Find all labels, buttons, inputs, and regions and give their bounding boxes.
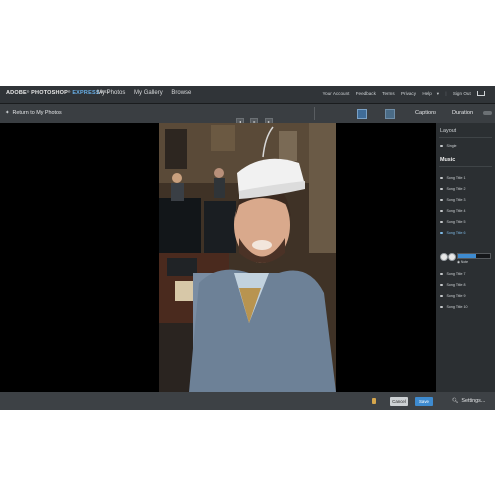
fullscreen-icon[interactable] [385, 109, 395, 119]
radio-selected-icon [440, 231, 443, 235]
save-button[interactable]: Save [415, 397, 433, 406]
radio-icon [440, 176, 443, 180]
back-icon: ✦ [5, 110, 10, 116]
progress-fill [458, 254, 476, 258]
settings-panel: Duration Layout Single Music Song Title … [436, 104, 495, 392]
radio-icon [440, 305, 443, 309]
account-links: Your Account Feedback Terms Privacy Help… [318, 91, 485, 97]
main-nav: My Photos My Gallery Browse [97, 90, 198, 96]
layout-option-single[interactable]: Single [440, 144, 457, 148]
pause-icon[interactable] [448, 253, 456, 261]
song-option[interactable]: Song Title 1 [440, 176, 465, 180]
music-progress-bar[interactable] [457, 253, 491, 259]
song-option[interactable]: Song Title 3 [440, 198, 465, 202]
view-mode-icon[interactable] [357, 109, 367, 119]
link-help[interactable]: Help [422, 91, 431, 96]
bottom-action-bar: Cancel Save 🔍︎ Settings... [0, 392, 495, 410]
radio-icon [440, 294, 443, 298]
nav-my-gallery[interactable]: My Gallery [134, 90, 163, 96]
photo-image [159, 123, 336, 392]
song-option[interactable]: Song Title 8 [440, 283, 465, 287]
link-feedback[interactable]: Feedback [356, 91, 376, 96]
song-option[interactable]: Song Title 9 [440, 294, 465, 298]
radio-icon [440, 220, 443, 224]
link-your-account[interactable]: Your Account [323, 91, 350, 96]
music-title: Music [440, 157, 456, 163]
song-option[interactable]: Song Title 4 [440, 209, 465, 213]
toolbar-divider [314, 107, 315, 120]
link-terms[interactable]: Terms [382, 91, 395, 96]
music-player: ◉ Note [440, 251, 492, 265]
divider [439, 137, 492, 138]
play-icon[interactable] [440, 253, 448, 261]
slide-photo [159, 123, 336, 392]
duration-label: Duration [452, 110, 474, 116]
radio-icon [440, 209, 443, 213]
chevron-down-icon: ▾ [436, 91, 440, 96]
song-option[interactable]: Song Title 7 [440, 272, 465, 276]
cancel-button[interactable]: Cancel [390, 397, 408, 406]
brand-logo: ADOBE® PHOTOSHOP® EXPRESSBETA [6, 90, 109, 96]
nav-browse[interactable]: Browse [171, 90, 191, 96]
divider [439, 166, 492, 167]
radio-icon [440, 272, 443, 276]
link-sign-out[interactable]: Sign Out [453, 91, 471, 96]
divider: | [445, 91, 447, 96]
volume-control[interactable]: ◉ Note [457, 260, 468, 264]
layout-title: Layout [440, 128, 457, 134]
link-privacy[interactable]: Privacy [401, 91, 416, 96]
photoshop-express-app: ADOBE® PHOTOSHOP® EXPRESSBETA My Photos … [0, 86, 495, 410]
song-option[interactable]: Song Title 5 [440, 220, 465, 224]
trash-icon[interactable] [372, 398, 376, 404]
radio-icon [440, 283, 443, 287]
song-option-selected[interactable]: Song Title 6 [440, 231, 465, 235]
duration-bar: Duration [436, 104, 495, 123]
search-icon: 🔍︎ [452, 398, 459, 404]
radio-icon [440, 144, 443, 148]
slideshow-toolbar: ✦ Return to My Photos ◂ ▸ ▸ Captions [0, 104, 437, 126]
slideshow-stage [0, 123, 436, 392]
settings-button[interactable]: 🔍︎ Settings... [452, 398, 485, 404]
nav-my-photos[interactable]: My Photos [97, 90, 125, 96]
captions-toggle[interactable]: Captions [415, 110, 437, 116]
top-nav-bar: ADOBE® PHOTOSHOP® EXPRESSBETA My Photos … [0, 86, 495, 104]
return-to-my-photos-link[interactable]: ✦ Return to My Photos [5, 110, 62, 116]
radio-icon [440, 198, 443, 202]
cart-icon[interactable] [477, 91, 485, 97]
song-option[interactable]: Song Title 2 [440, 187, 465, 191]
return-label: Return to My Photos [12, 110, 62, 116]
song-option[interactable]: Song Title 10 [440, 305, 467, 309]
duration-slider[interactable] [483, 111, 492, 115]
radio-icon [440, 187, 443, 191]
